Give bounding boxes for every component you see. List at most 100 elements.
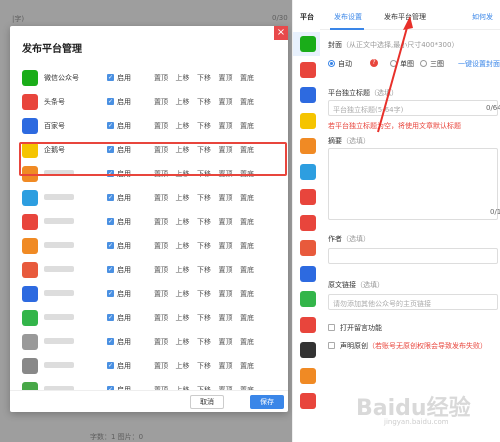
row-action-3[interactable]: 置顶 bbox=[219, 265, 241, 275]
row-action-0[interactable]: 置顶 bbox=[154, 217, 176, 227]
netease-icon[interactable] bbox=[300, 214, 316, 231]
wechat-icon[interactable] bbox=[300, 36, 316, 52]
row-action-0[interactable]: 置顶 bbox=[154, 73, 176, 83]
row-action-4[interactable]: 置底 bbox=[240, 121, 262, 131]
row-action-1[interactable]: 上移 bbox=[176, 97, 198, 107]
enable-checkbox[interactable]: ✓ bbox=[107, 122, 114, 129]
penguin-icon[interactable] bbox=[300, 112, 316, 129]
phoenix-icon[interactable] bbox=[300, 393, 316, 409]
cover-auto-radio[interactable] bbox=[328, 60, 335, 67]
enable-checkbox[interactable]: ✓ bbox=[107, 338, 114, 345]
row-action-1[interactable]: 上移 bbox=[176, 73, 198, 83]
row-action-0[interactable]: 置顶 bbox=[154, 241, 176, 251]
bilibili-icon[interactable] bbox=[300, 342, 316, 358]
row-action-4[interactable]: 置底 bbox=[240, 361, 262, 371]
row-action-0[interactable]: 置顶 bbox=[154, 193, 176, 203]
enable-checkbox[interactable]: ✓ bbox=[107, 362, 114, 369]
row-action-3[interactable]: 置顶 bbox=[219, 289, 241, 299]
baijiahao-icon[interactable] bbox=[300, 87, 316, 103]
row-action-0[interactable]: 置顶 bbox=[154, 337, 176, 347]
row-action-1[interactable]: 上移 bbox=[176, 289, 198, 299]
save-button[interactable]: 保存 bbox=[250, 395, 284, 409]
original-checkbox[interactable] bbox=[328, 342, 335, 349]
row-action-4[interactable]: 置底 bbox=[240, 97, 262, 107]
row-action-0[interactable]: 置顶 bbox=[154, 289, 176, 299]
row-action-2[interactable]: 下移 bbox=[197, 97, 219, 107]
sohu-icon[interactable] bbox=[300, 189, 316, 205]
row-action-0[interactable]: 置顶 bbox=[154, 265, 176, 275]
row-action-1[interactable]: 上移 bbox=[176, 241, 198, 251]
close-icon[interactable]: × bbox=[274, 26, 288, 40]
row-action-4[interactable]: 置底 bbox=[240, 289, 262, 299]
help-question-icon[interactable]: ? bbox=[370, 59, 378, 67]
row-action-3[interactable]: 置顶 bbox=[219, 361, 241, 371]
row-action-2[interactable]: 下移 bbox=[197, 265, 219, 275]
yidian-icon[interactable] bbox=[300, 163, 316, 180]
row-action-4[interactable]: 置底 bbox=[240, 193, 262, 203]
row-action-1[interactable]: 上移 bbox=[176, 313, 198, 323]
row-action-1[interactable]: 上移 bbox=[176, 337, 198, 347]
row-action-2[interactable]: 下移 bbox=[197, 193, 219, 203]
enable-checkbox[interactable]: ✓ bbox=[107, 290, 114, 297]
author-input[interactable] bbox=[328, 248, 498, 264]
row-action-1[interactable]: 上移 bbox=[176, 193, 198, 203]
row-action-4[interactable]: 置底 bbox=[240, 217, 262, 227]
enable-checkbox[interactable]: ✓ bbox=[107, 242, 114, 249]
row-action-1[interactable]: 上移 bbox=[176, 217, 198, 227]
row-action-2[interactable]: 下移 bbox=[197, 121, 219, 131]
zhihu-icon[interactable] bbox=[300, 265, 316, 282]
source-link-input[interactable]: 请勿添加其他公众号的主页链接 bbox=[328, 294, 498, 310]
row-action-3[interactable]: 置顶 bbox=[219, 313, 241, 323]
row-action-1[interactable]: 上移 bbox=[176, 121, 198, 131]
row-action-2[interactable]: 下移 bbox=[197, 241, 219, 251]
uc-icon[interactable] bbox=[300, 138, 316, 154]
help-link[interactable]: 如何发 bbox=[472, 12, 493, 22]
toutiao2-icon[interactable] bbox=[300, 316, 316, 333]
row-action-3[interactable]: 置顶 bbox=[219, 121, 241, 131]
enable-checkbox[interactable]: ✓ bbox=[107, 194, 114, 201]
row-action-4[interactable]: 置底 bbox=[240, 73, 262, 83]
enable-checkbox[interactable]: ✓ bbox=[107, 314, 114, 321]
comment-checkbox[interactable] bbox=[328, 324, 335, 331]
row-action-0[interactable]: 置顶 bbox=[154, 313, 176, 323]
row-action-0[interactable]: 置顶 bbox=[154, 361, 176, 371]
row-action-4[interactable]: 置底 bbox=[240, 265, 262, 275]
row-action-2[interactable]: 下移 bbox=[197, 289, 219, 299]
enable-checkbox[interactable]: ✓ bbox=[107, 98, 114, 105]
enable-checkbox[interactable]: ✓ bbox=[107, 74, 114, 81]
platform-row: ✓ 启用 置顶 上移 下移 置顶 置底 bbox=[10, 234, 288, 258]
row-action-2[interactable]: 下移 bbox=[197, 217, 219, 227]
row-action-2[interactable]: 下移 bbox=[197, 361, 219, 371]
row-action-1[interactable]: 上移 bbox=[176, 361, 198, 371]
row-action-3[interactable]: 置顶 bbox=[219, 193, 241, 203]
weibo-icon[interactable] bbox=[300, 240, 316, 256]
toutiao-icon[interactable] bbox=[300, 61, 316, 78]
row-action-3[interactable]: 置顶 bbox=[219, 337, 241, 347]
title-input[interactable]: 平台独立标题(5-64字) bbox=[328, 100, 498, 116]
cover-label-text: 封面 bbox=[328, 41, 342, 49]
tab-platform-manage[interactable]: 发布平台管理 bbox=[384, 12, 426, 22]
dayu-icon[interactable] bbox=[300, 367, 316, 384]
one-key-cover-link[interactable]: 一键设置封面 bbox=[458, 59, 500, 69]
row-action-2[interactable]: 下移 bbox=[197, 337, 219, 347]
cancel-button[interactable]: 取消 bbox=[190, 395, 224, 409]
row-action-0[interactable]: 置顶 bbox=[154, 121, 176, 131]
cover-single-radio[interactable] bbox=[390, 60, 397, 67]
tab-publish-settings[interactable]: 发布设置 bbox=[334, 12, 362, 22]
row-action-3[interactable]: 置顶 bbox=[219, 73, 241, 83]
iqiyi-icon[interactable] bbox=[300, 291, 316, 307]
row-action-2[interactable]: 下移 bbox=[197, 73, 219, 83]
row-action-1[interactable]: 上移 bbox=[176, 265, 198, 275]
row-action-3[interactable]: 置顶 bbox=[219, 241, 241, 251]
row-action-4[interactable]: 置底 bbox=[240, 313, 262, 323]
row-action-4[interactable]: 置底 bbox=[240, 241, 262, 251]
summary-textarea[interactable] bbox=[328, 148, 498, 220]
enable-checkbox[interactable]: ✓ bbox=[107, 266, 114, 273]
row-action-3[interactable]: 置顶 bbox=[219, 217, 241, 227]
enable-checkbox[interactable]: ✓ bbox=[107, 218, 114, 225]
row-action-4[interactable]: 置底 bbox=[240, 337, 262, 347]
row-action-3[interactable]: 置顶 bbox=[219, 97, 241, 107]
row-action-0[interactable]: 置顶 bbox=[154, 97, 176, 107]
cover-three-radio[interactable] bbox=[420, 60, 427, 67]
row-action-2[interactable]: 下移 bbox=[197, 313, 219, 323]
